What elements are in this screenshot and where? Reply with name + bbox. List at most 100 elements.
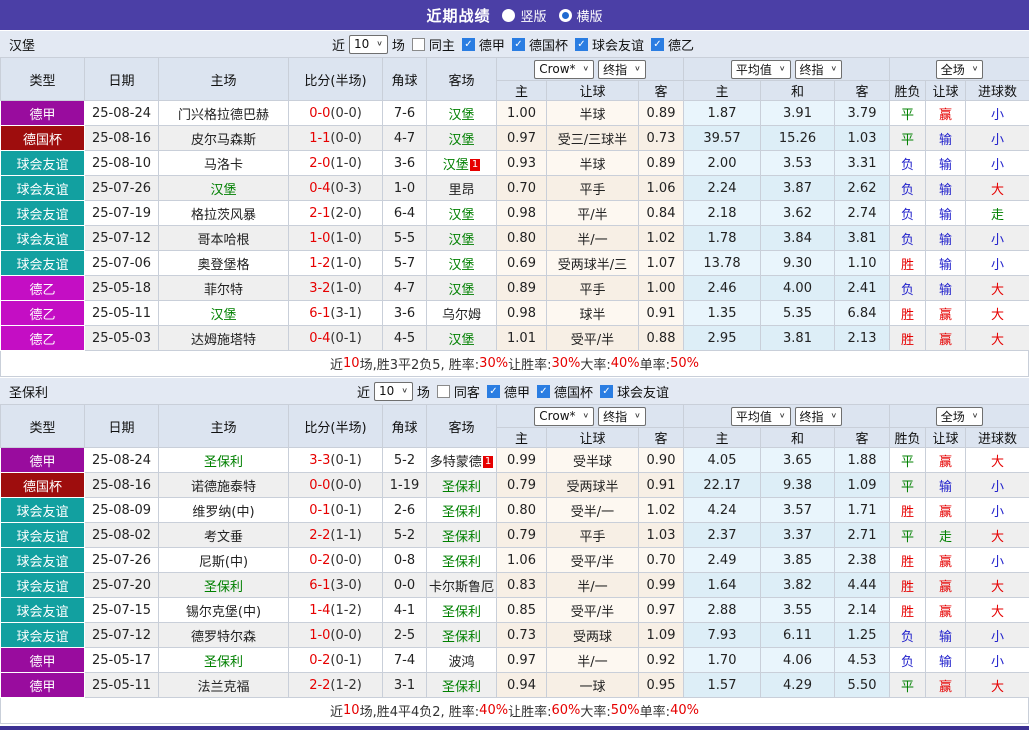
league-checkbox-0[interactable]: ✓ <box>461 37 475 51</box>
result-goals: 大 <box>965 447 1029 473</box>
fulltime-score: 0-2 <box>309 552 331 568</box>
match-type-badge: 球会友谊 <box>0 150 85 176</box>
fulltime-select[interactable]: 全场 ∨ <box>935 406 984 426</box>
home-team-name[interactable]: 汉堡 <box>210 308 236 323</box>
away-team-name[interactable]: 汉堡 <box>448 333 474 348</box>
fulltime-score: 2-1 <box>309 205 331 221</box>
match-type-badge: 德乙 <box>0 275 85 301</box>
away-team-name[interactable]: 圣保利 <box>442 680 481 695</box>
avg-away: 2.14 <box>834 597 891 623</box>
league-checkbox-2[interactable]: ✓ <box>599 384 613 398</box>
home-team-name: 考文垂 <box>203 529 243 545</box>
away-team-name[interactable]: 汉堡 <box>448 258 474 273</box>
match-type-badge: 德国杯 <box>0 125 85 151</box>
league-checkbox-2[interactable]: ✓ <box>574 37 588 51</box>
avg-draw: 3.91 <box>760 100 836 126</box>
away-team-name[interactable]: 圣保利 <box>442 605 481 620</box>
average-select[interactable]: 平均值 ∨ <box>730 406 791 426</box>
same-venue-checkbox[interactable] <box>411 37 425 51</box>
league-checkbox-1[interactable]: ✓ <box>511 37 525 51</box>
away-team-name[interactable]: 圣保利 <box>442 530 481 545</box>
sub-header-fulltime: 让球 <box>925 427 967 448</box>
average-stage-select[interactable]: 终指 ∨ <box>794 59 843 79</box>
away-team-name[interactable]: 圣保利 <box>442 555 481 570</box>
match-row: 德甲 25-05-11 法兰克福 2-2(1-2) 3-1 圣保利 0.94 一球 0.95 1.… <box>0 672 1029 698</box>
score-cell: 6-1(3-1) <box>288 300 383 326</box>
avg-draw: 3.84 <box>760 225 836 251</box>
league-checkbox-3[interactable]: ✓ <box>650 37 664 51</box>
odds-company-select[interactable]: Crow* ∨ <box>534 406 595 426</box>
avg-draw: 3.82 <box>760 572 836 598</box>
match-count-select[interactable]: 10 ∨ <box>374 381 413 401</box>
home-team-cell: 哥本哈根 <box>158 225 289 251</box>
corner-count: 4-1 <box>382 597 427 623</box>
sub-header-average: 主 <box>683 427 762 448</box>
odds-home: 0.73 <box>496 622 547 648</box>
match-row: 德乙 25-05-03 达姆施塔特 0-4(0-1) 4-5 汉堡 1.01 受平/半 0.88… <box>0 325 1029 351</box>
away-team-name[interactable]: 汉堡 <box>448 133 474 148</box>
away-team-name[interactable]: 汉堡 <box>443 158 469 173</box>
sub-header-average: 和 <box>760 80 836 101</box>
result-winloss: 胜 <box>889 325 927 351</box>
odds-stage-select[interactable]: 终指 ∨ <box>598 59 646 79</box>
page-title: 近期战绩 <box>426 6 491 25</box>
away-team-cell: 汉堡 <box>426 200 497 226</box>
summary-segment: 大率: <box>580 358 611 373</box>
same-venue-label: 同主 <box>428 38 455 54</box>
result-winloss: 负 <box>889 200 927 226</box>
average-select[interactable]: 平均值 ∨ <box>730 59 791 79</box>
result-winloss: 平 <box>889 125 927 151</box>
sub-header-fulltime: 进球数 <box>965 80 1029 101</box>
same-venue-checkbox[interactable] <box>436 384 450 398</box>
fulltime-group-header: 全场 ∨ <box>889 404 1029 428</box>
bottom-bar <box>0 724 1029 730</box>
match-count-select[interactable]: 10 ∨ <box>349 34 388 54</box>
away-team-name[interactable]: 汉堡 <box>448 233 474 248</box>
league-checkbox-1[interactable]: ✓ <box>536 384 550 398</box>
avg-home: 22.17 <box>683 472 762 498</box>
result-goals: 小 <box>965 472 1029 498</box>
home-team-name[interactable]: 圣保利 <box>204 655 243 670</box>
league-checkbox-0[interactable]: ✓ <box>486 384 500 398</box>
result-handicap: 输 <box>925 275 967 301</box>
fulltime-score: 1-2 <box>309 255 331 271</box>
layout-radio-horizontal[interactable]: 横版 <box>558 6 603 25</box>
average-stage-select[interactable]: 终指 ∨ <box>794 406 843 426</box>
summary-segment: 40% <box>610 356 640 371</box>
odds-home: 0.69 <box>496 250 547 276</box>
home-team-cell: 汉堡 <box>158 300 289 326</box>
fulltime-select[interactable]: 全场 ∨ <box>935 59 984 79</box>
result-goals: 小 <box>965 125 1029 151</box>
score-cell: 3-3(0-1) <box>288 447 383 473</box>
away-team-name[interactable]: 圣保利 <box>442 480 481 495</box>
result-handicap: 赢 <box>925 497 967 523</box>
result-handicap: 赢 <box>925 100 967 126</box>
odds-away: 0.84 <box>637 200 685 226</box>
away-team-name[interactable]: 圣保利 <box>442 630 481 645</box>
layout-radio-vertical[interactable]: 竖版 <box>502 6 547 25</box>
home-team-cell: 格拉茨风暴 <box>158 200 289 226</box>
odds-group-header: Crow* ∨ 终指 ∨ <box>495 404 685 428</box>
halftime-score: (0-1) <box>330 652 362 668</box>
radio-icon[interactable] <box>502 8 516 22</box>
odds-company-select[interactable]: Crow* ∨ <box>534 59 595 79</box>
away-team-name[interactable]: 汉堡 <box>448 208 474 223</box>
fulltime-score: 1-0 <box>309 627 331 643</box>
away-team-name[interactable]: 汉堡 <box>448 283 474 298</box>
match-type-badge: 球会友谊 <box>0 622 85 648</box>
odds-stage-select[interactable]: 终指 ∨ <box>598 406 646 426</box>
home-team-name[interactable]: 汉堡 <box>210 183 236 198</box>
corner-count: 4-5 <box>382 325 427 351</box>
average-select-value: 平均值 <box>735 409 772 424</box>
result-goals: 大 <box>965 325 1029 351</box>
away-team-name[interactable]: 圣保利 <box>442 505 481 520</box>
fulltime-score: 3-3 <box>309 452 331 468</box>
chevron-down-icon: ∨ <box>634 412 641 420</box>
match-date: 25-08-02 <box>84 522 159 548</box>
halftime-score: (0-1) <box>330 452 362 468</box>
home-team-name[interactable]: 圣保利 <box>204 455 243 470</box>
fulltime-score: 0-1 <box>309 502 331 518</box>
home-team-name[interactable]: 圣保利 <box>204 580 243 595</box>
away-team-name[interactable]: 汉堡 <box>448 108 474 123</box>
radio-checked-icon[interactable] <box>558 8 572 22</box>
